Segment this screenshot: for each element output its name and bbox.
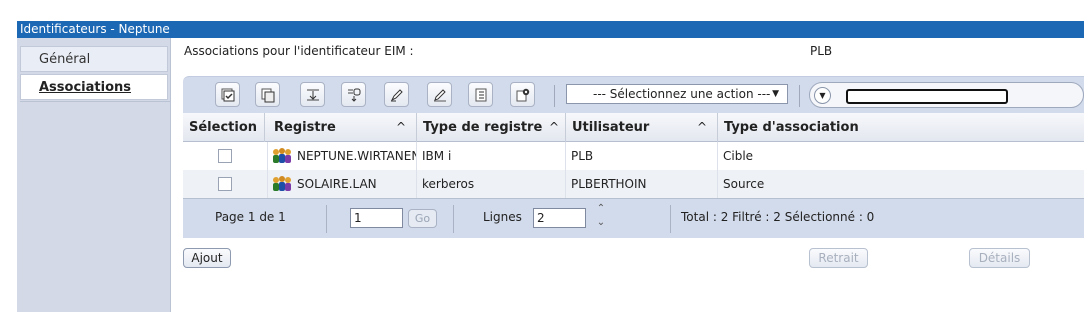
row-checkbox[interactable] — [218, 177, 232, 191]
selection-cell — [183, 170, 268, 198]
rename-icon[interactable] — [427, 82, 452, 107]
table-row[interactable]: SOLAIRE.LAN kerberos PLBERTHOIN Source — [183, 170, 1084, 198]
tab-associations[interactable]: Associations — [20, 74, 168, 100]
sort-icon[interactable]: ^ — [697, 113, 707, 142]
registre-value: SOLAIRE.LAN — [297, 177, 377, 191]
column-type-registre-label: Type de registre — [423, 120, 543, 135]
column-registre[interactable]: Registre ^ — [268, 113, 417, 142]
utilisateur-cell: PLB — [566, 142, 718, 170]
associations-label: Associations pour l'identificateur EIM : — [184, 44, 414, 58]
type-association-cell: Source — [723, 177, 765, 191]
pagination-separator — [326, 205, 327, 233]
copy-icon[interactable] — [255, 82, 280, 107]
selection-summary: Total : 2 Filtré : 2 Sélectionné : 0 — [681, 210, 875, 224]
collapse-icon[interactable] — [341, 82, 366, 107]
table-header: Sélection Registre ^ Type de registre ^ … — [183, 113, 1084, 142]
toolbar-separator — [554, 85, 555, 107]
registre-value: NEPTUNE.WIRTANEN — [297, 149, 417, 163]
chevron-down-icon: ▼ — [772, 89, 779, 99]
sort-icon[interactable]: ^ — [549, 113, 559, 142]
column-utilisateur[interactable]: Utilisateur ^ — [566, 113, 718, 142]
expand-icon[interactable] — [300, 82, 325, 107]
row-checkbox[interactable] — [218, 149, 232, 163]
table-row[interactable]: NEPTUNE.WIRTANEN IBM i PLB Cible — [183, 142, 1084, 170]
selection-cell — [183, 142, 268, 170]
column-type-association[interactable]: Type d'association — [718, 113, 1084, 142]
spin-up-icon[interactable]: ⌃ — [594, 202, 608, 216]
lignes-spinner[interactable]: ⌃ ⌄ — [594, 202, 608, 234]
action-select-label: --- Sélectionnez une action --- — [593, 87, 771, 101]
filter-input[interactable] — [846, 89, 1008, 104]
remove-button[interactable]: Retrait — [809, 248, 868, 268]
lignes-label: Lignes — [483, 210, 522, 224]
column-registre-label: Registre — [274, 120, 336, 135]
registre-cell: NEPTUNE.WIRTANEN — [268, 142, 417, 170]
spin-down-icon[interactable]: ⌄ — [594, 216, 608, 230]
users-icon — [273, 147, 291, 163]
columns-icon[interactable] — [468, 82, 493, 107]
type-registre-cell: kerberos — [417, 170, 566, 198]
column-type-registre[interactable]: Type de registre ^ — [417, 113, 566, 142]
sidebar-divider — [20, 101, 170, 102]
page-indicator: Page 1 de 1 — [215, 210, 286, 224]
column-selection[interactable]: Sélection — [183, 113, 265, 142]
tab-general[interactable]: Général — [20, 46, 168, 72]
registre-cell: SOLAIRE.LAN — [268, 170, 417, 198]
pagination-separator — [670, 205, 671, 233]
identifier-value: PLB — [810, 44, 833, 58]
page-input[interactable]: 1 — [350, 208, 403, 228]
toolbar-separator-2 — [799, 85, 800, 107]
sort-icon[interactable]: ^ — [396, 113, 406, 142]
sidebar: Général Associations — [17, 38, 171, 312]
toolbar: --- Sélectionnez une action --- ▼ ▼ — [183, 76, 1084, 113]
lignes-input[interactable]: 2 — [533, 208, 586, 228]
type-association-cell: Cible — [723, 149, 754, 163]
users-icon — [273, 175, 291, 191]
details-button[interactable]: Détails — [969, 248, 1030, 268]
action-select[interactable]: --- Sélectionnez une action --- ▼ — [566, 84, 788, 104]
pagination-separator — [453, 205, 454, 233]
utilisateur-cell: PLBERTHOIN — [566, 170, 718, 198]
add-button[interactable]: Ajout — [183, 248, 231, 268]
window-title: Identificateurs - Neptune — [17, 21, 1084, 38]
configure-icon[interactable] — [510, 82, 535, 107]
filter-box: ▼ — [809, 82, 1084, 108]
go-button[interactable]: Go — [408, 209, 437, 228]
edit-icon[interactable] — [384, 82, 409, 107]
column-utilisateur-label: Utilisateur — [572, 120, 650, 135]
type-registre-cell: IBM i — [417, 142, 566, 170]
select-all-icon[interactable] — [215, 82, 240, 107]
filter-dropdown-icon[interactable]: ▼ — [814, 87, 831, 104]
pagination-bar: Page 1 de 1 1 Go Lignes 2 ⌃ ⌄ Total : 2 … — [183, 198, 1084, 238]
